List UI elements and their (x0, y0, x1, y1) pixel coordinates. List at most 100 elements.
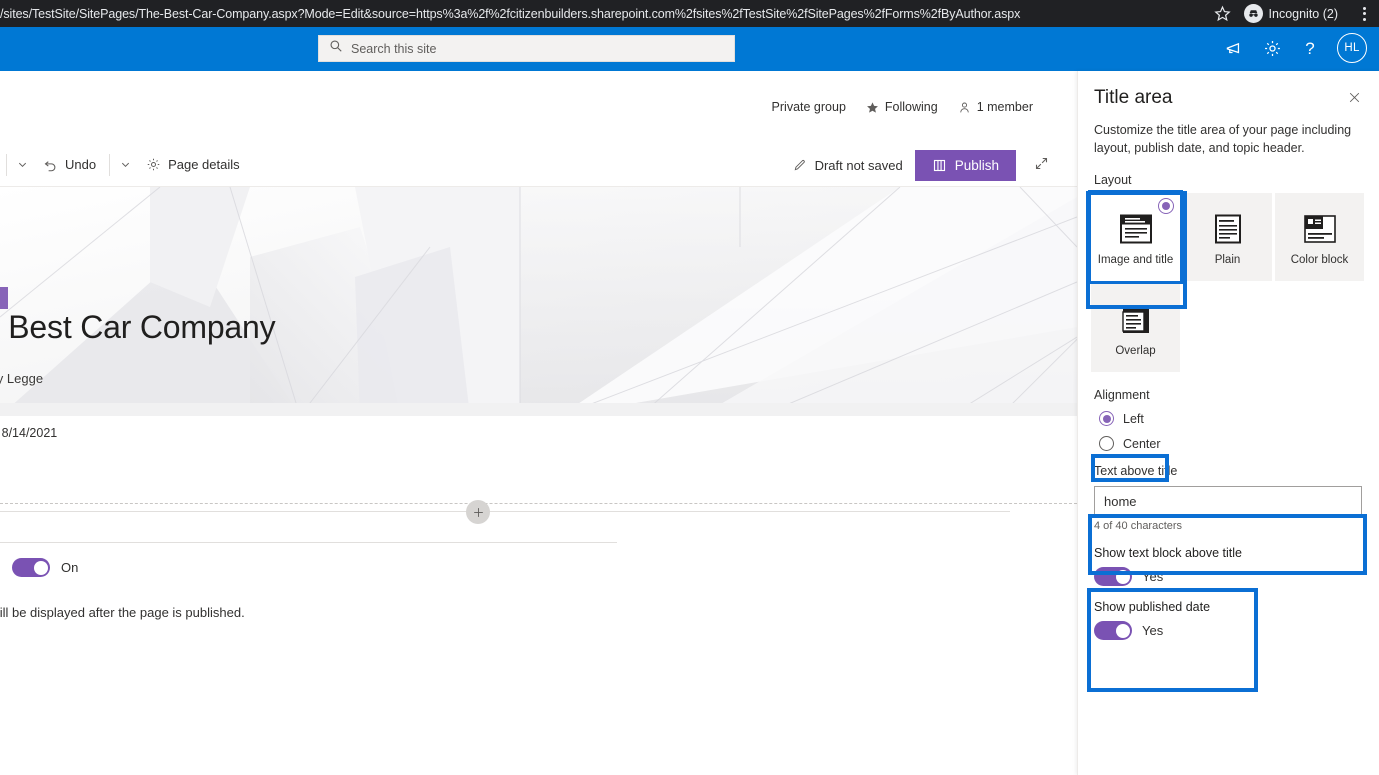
alignment-option-label: Center (1123, 436, 1161, 451)
incognito-indicator[interactable]: Incognito (2) (1241, 2, 1348, 25)
address-bar-url[interactable]: /sites/TestSite/SitePages/The-Best-Car-C… (0, 7, 1214, 21)
incognito-icon (1243, 4, 1263, 23)
plus-icon (473, 507, 483, 517)
toggle-knob (33, 560, 48, 575)
undo-label: Undo (65, 157, 97, 172)
alignment-section-label: Alignment (1094, 388, 1150, 403)
layout-option-image-and-title[interactable]: Image and title (1088, 190, 1183, 309)
members-button[interactable]: 1 member (958, 100, 1033, 114)
chevron-down-icon (122, 162, 130, 167)
show-text-block-toggle[interactable] (1094, 567, 1132, 587)
page-command-bar: Undo Page details Draft not saved Publis… (0, 143, 1077, 187)
comments-help-text: ection will be displayed after the page … (0, 605, 245, 620)
search-input[interactable]: Search this site (318, 35, 735, 62)
following-label: Following (884, 100, 938, 114)
show-text-block-group: Show text block above title Yes (1078, 546, 1379, 587)
show-text-block-value: Yes (1142, 569, 1164, 585)
comments-toggle[interactable] (12, 558, 50, 577)
section-rule (0, 511, 1010, 512)
publish-label: Publish (954, 157, 999, 173)
publish-button[interactable]: Publish (914, 149, 1016, 181)
layout-option-color-block[interactable]: Color block (1275, 193, 1364, 282)
comments-divider (0, 542, 617, 543)
image-and-title-glyph (1119, 214, 1152, 244)
site-meta-bar: Private group Following 1 member (0, 100, 1077, 114)
page-author: enry Legge (0, 371, 44, 386)
toggle-knob (1115, 569, 1130, 584)
alignment-option-center[interactable]: Center (1092, 431, 1176, 456)
command-divider (6, 153, 7, 176)
gear-icon (147, 158, 160, 171)
layout-option-label: Plain (1214, 254, 1241, 267)
topic-header-accent-block (0, 287, 8, 309)
show-published-date-toggle-row: Yes (1094, 621, 1363, 641)
screen-root: /sites/TestSite/SitePages/The-Best-Car-C… (0, 0, 1379, 775)
help-icon[interactable]: ? (1299, 37, 1321, 59)
publish-book-icon (933, 159, 945, 171)
layout-option-plain[interactable]: Plain (1183, 193, 1272, 282)
browser-menu-icon[interactable] (1358, 6, 1371, 21)
add-section-button[interactable] (466, 500, 490, 524)
page-banner-image[interactable]: e Best Car Company enry Legge (0, 187, 1077, 416)
layout-option-label: Overlap (1115, 345, 1156, 358)
comments-toggle-label: On (61, 560, 79, 575)
layout-option-label: Image and title (1097, 254, 1174, 267)
privacy-label: Private group (771, 100, 846, 114)
command-divider-2 (109, 153, 111, 176)
layout-tile-surface[interactable]: Overlap (1091, 284, 1180, 373)
browser-toolbar-right: Incognito (2) (1213, 2, 1379, 25)
alignment-radio-group: Left Center (1078, 402, 1379, 456)
draft-status: Draft not saved (793, 158, 903, 173)
star-filled-icon (866, 101, 878, 113)
expand-diagonal-icon (1035, 157, 1048, 170)
feedback-megaphone-icon[interactable] (1223, 37, 1245, 59)
undo-icon (44, 161, 56, 172)
page-title[interactable]: e Best Car Company (0, 309, 276, 346)
bookmark-star-icon[interactable] (1213, 5, 1231, 22)
layout-tile-surface[interactable]: Color block (1275, 193, 1364, 282)
title-area-property-pane: Title area Customize the title area of y… (1077, 71, 1379, 775)
show-published-date-value: Yes (1142, 623, 1164, 639)
page-details-dropdown-caret[interactable] (114, 153, 137, 176)
show-text-block-toggle-row: Yes (1094, 567, 1363, 587)
user-avatar[interactable]: HL (1337, 33, 1367, 63)
color-block-glyph (1303, 215, 1336, 244)
banner-abstract-graphic (0, 187, 1077, 416)
search-icon (329, 39, 343, 58)
toggle-knob (1115, 623, 1130, 638)
comments-toggle-row: On (12, 558, 78, 577)
command-bar-left: Undo Page details (0, 151, 249, 178)
radio-unselected-icon (1099, 436, 1114, 452)
incognito-label: Incognito (2) (1268, 6, 1338, 21)
layout-options-group: Image and title Plain Color block Overla… (1078, 187, 1368, 373)
pencil-icon (794, 159, 805, 171)
layout-option-overlap[interactable]: Overlap (1091, 284, 1180, 373)
layout-tile-surface[interactable]: Plain (1183, 193, 1272, 282)
published-date-text: ved 8/14/2021 (0, 426, 58, 440)
alignment-option-left[interactable]: Left (1092, 406, 1176, 431)
alignment-option-label: Left (1123, 411, 1144, 426)
text-above-title-input[interactable] (1094, 486, 1362, 517)
expand-fullscreen-button[interactable] (1028, 152, 1055, 178)
show-published-date-toggle[interactable] (1094, 621, 1132, 641)
page-details-button[interactable]: Page details (137, 151, 249, 178)
radio-selected-icon (1099, 411, 1114, 427)
pane-description: Customize the title area of your page in… (1094, 123, 1352, 156)
following-button[interactable]: Following (866, 100, 938, 114)
settings-gear-icon[interactable] (1261, 37, 1283, 59)
show-published-date-label: Show published date (1094, 600, 1211, 615)
close-icon[interactable] (1344, 87, 1365, 111)
undo-dropdown-caret[interactable] (11, 153, 34, 176)
draft-status-label: Draft not saved (814, 157, 903, 173)
command-bar-right: Draft not saved Publish (793, 143, 1055, 187)
selected-radio-icon (1158, 198, 1174, 215)
layout-tile-surface[interactable]: Image and title (1091, 193, 1180, 309)
page-canvas: Private group Following 1 member Undo Pa… (0, 71, 1077, 775)
section-dashed-boundary (0, 503, 1077, 504)
chevron-down-icon (18, 162, 27, 167)
undo-button[interactable]: Undo (34, 151, 105, 178)
plain-glyph (1214, 214, 1241, 244)
members-label: 1 member (976, 100, 1033, 114)
layout-section-label: Layout (1094, 173, 1132, 188)
pane-title: Title area (1094, 87, 1173, 108)
